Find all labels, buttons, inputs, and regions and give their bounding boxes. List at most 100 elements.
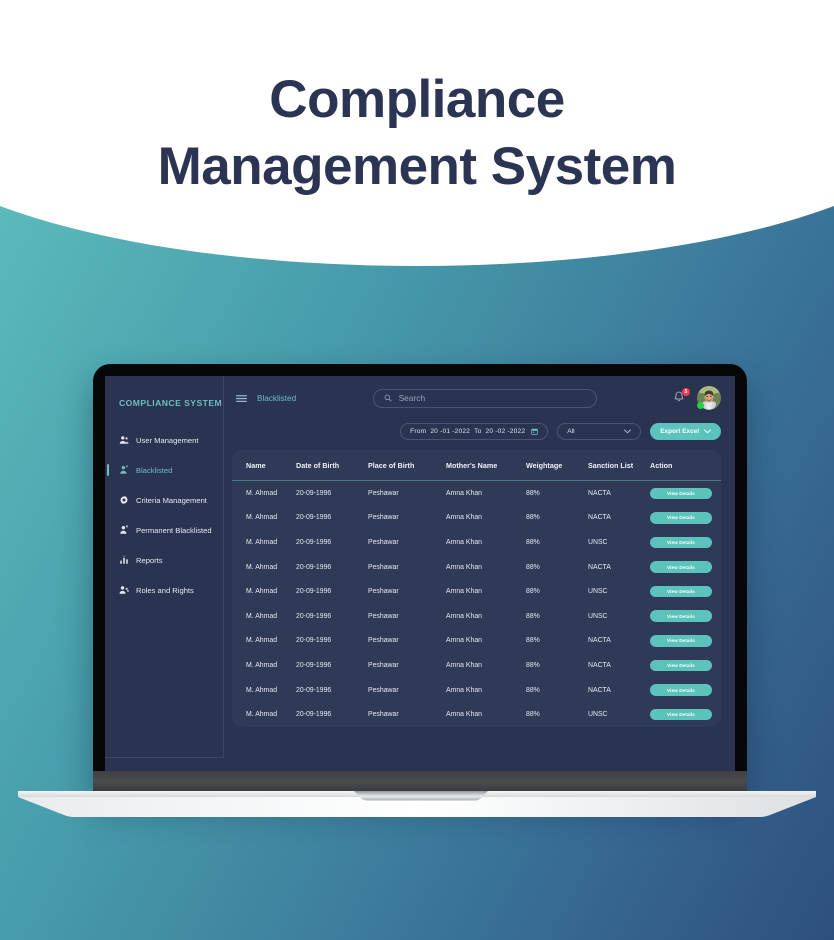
view-details-button[interactable]: View Details xyxy=(650,561,712,573)
laptop-mockup: COMPLIANCE SYSTEM User Management Blackl… xyxy=(0,0,834,940)
cell-mother-name: Amna Khan xyxy=(446,489,483,497)
user-block-icon xyxy=(120,465,128,474)
cell-dob: 20-09-1996 xyxy=(296,612,332,620)
sidebar-item-label: Reports xyxy=(136,555,163,565)
chevron-down-icon xyxy=(704,428,711,433)
cell-action: View Details xyxy=(650,530,721,555)
sidebar-item-roles-and-rights[interactable]: Roles and Rights xyxy=(105,580,223,600)
sidebar-item-label: User Management xyxy=(136,435,199,445)
app-brand: COMPLIANCE SYSTEM xyxy=(119,398,223,408)
cell-name: M. Ahmad xyxy=(246,489,278,497)
online-status-dot xyxy=(697,402,704,409)
filter-bar: From 20 -01 -2022 To 20 -02 -2022 All Ex… xyxy=(224,420,735,442)
cell-weightage: 88% xyxy=(526,661,540,669)
table-row: M. Ahmad 20-09-1996 Peshawar Amna Khan 88% NA… xyxy=(232,555,721,580)
sidebar-item-label: Blacklisted xyxy=(136,465,173,475)
cell-sanction-list: NACTA xyxy=(588,563,611,571)
avatar[interactable] xyxy=(697,386,721,410)
table-row: M. Ahmad 20-09-1996 Peshawar Amna Khan 88% UN… xyxy=(232,604,721,629)
sidebar-item-blacklisted[interactable]: Blacklisted xyxy=(105,460,223,480)
table-row: M. Ahmad 20-09-1996 Peshawar Amna Khan 88% NA… xyxy=(232,506,721,531)
cell-weightage: 88% xyxy=(526,612,540,620)
sidebar-item-label: Permanent Blacklisted xyxy=(136,525,212,535)
cell-action: View Details xyxy=(650,629,721,654)
sidebar-item-reports[interactable]: Reports xyxy=(105,550,223,570)
cell-sanction-list: UNSC xyxy=(588,588,608,596)
topbar: Blacklisted Search 5 xyxy=(224,376,735,420)
date-to-value: 20 -02 -2022 xyxy=(485,427,526,435)
cell-mother-name: Amna Khan xyxy=(446,686,483,694)
date-to-label: To xyxy=(474,427,482,435)
cell-action: View Details xyxy=(650,506,721,531)
date-from-value: 20 -01 -2022 xyxy=(430,427,471,435)
cell-dob: 20-09-1996 xyxy=(296,538,332,546)
cell-weightage: 88% xyxy=(526,514,540,522)
breadcrumb: Blacklisted xyxy=(257,393,297,403)
notifications-button[interactable]: 5 xyxy=(673,388,690,405)
cell-dob: 20-09-1996 xyxy=(296,661,332,669)
sanction-list-select[interactable]: All xyxy=(557,422,642,440)
cell-dob: 20-09-1996 xyxy=(296,563,332,571)
view-details-button[interactable]: View Details xyxy=(650,684,712,696)
cell-action: View Details xyxy=(650,579,721,604)
table-row: M. Ahmad 20-09-1996 Peshawar Amna Khan 88% NA… xyxy=(232,678,721,703)
cell-dob: 20-09-1996 xyxy=(296,514,332,522)
column-header-pob: Place of Birth xyxy=(368,450,446,481)
table-header-row: Name Date of Birth Place of Birth Mother… xyxy=(232,450,721,481)
search-box[interactable] xyxy=(372,388,597,408)
calendar-icon xyxy=(531,428,538,435)
cell-name: M. Ahmad xyxy=(246,563,278,571)
view-details-button[interactable]: View Details xyxy=(650,708,712,721)
cell-sanction-list: UNSC xyxy=(588,612,608,620)
cell-pob: Peshawar xyxy=(368,637,399,645)
notification-badge: 5 xyxy=(682,388,690,396)
search-area xyxy=(306,388,663,408)
cell-pob: Peshawar xyxy=(368,514,399,522)
sidebar-item-permanent-blacklisted[interactable]: Permanent Blacklisted xyxy=(105,520,223,540)
view-details-button[interactable]: View Details xyxy=(650,585,712,598)
export-excel-button[interactable]: Export Excel xyxy=(650,422,721,440)
table-row: M. Ahmad 20-09-1996 Peshawar Amna Khan 88% NA… xyxy=(232,653,721,678)
date-range-filter[interactable]: From 20 -01 -2022 To 20 -02 -2022 xyxy=(400,422,549,440)
user-block-icon xyxy=(120,525,128,534)
cell-weightage: 88% xyxy=(526,686,540,694)
cell-sanction-list: NACTA xyxy=(588,686,611,694)
gear-icon xyxy=(120,495,128,505)
table-row: M. Ahmad 20-09-1996 Peshawar Amna Khan 88% UN… xyxy=(232,702,721,727)
table-row: M. Ahmad 20-09-1996 Peshawar Amna Khan 88% UN… xyxy=(232,530,721,555)
view-details-button[interactable]: View Details xyxy=(650,610,712,623)
view-details-button[interactable]: View Details xyxy=(650,536,712,549)
cell-action: View Details xyxy=(650,555,721,580)
view-details-button[interactable]: View Details xyxy=(650,487,712,500)
export-excel-label: Export Excel xyxy=(660,427,699,435)
table-row: M. Ahmad 20-09-1996 Peshawar Amna Khan 88% NA… xyxy=(232,481,721,506)
cell-dob: 20-09-1996 xyxy=(296,489,332,497)
hamburger-icon[interactable] xyxy=(236,394,247,403)
sidebar-item-label: Roles and Rights xyxy=(136,585,194,595)
cell-action: View Details xyxy=(650,702,721,727)
cell-sanction-list: NACTA xyxy=(588,661,611,669)
column-header-mother-name: Mother's Name xyxy=(446,450,526,481)
sidebar-item-criteria-management[interactable]: Criteria Management xyxy=(105,490,223,510)
cell-name: M. Ahmad xyxy=(246,612,278,620)
cell-weightage: 88% xyxy=(526,538,540,546)
column-header-weightage: Weightage xyxy=(526,450,588,481)
cell-pob: Peshawar xyxy=(368,686,399,694)
search-input[interactable] xyxy=(398,393,586,403)
cell-pob: Peshawar xyxy=(368,612,399,620)
cell-name: M. Ahmad xyxy=(246,686,278,694)
view-details-button[interactable]: View Details xyxy=(650,659,712,672)
cell-dob: 20-09-1996 xyxy=(296,686,332,694)
search-icon xyxy=(384,394,392,402)
cell-action: View Details xyxy=(650,678,721,703)
cell-name: M. Ahmad xyxy=(246,588,278,596)
view-details-button[interactable]: View Details xyxy=(650,512,712,524)
cell-dob: 20-09-1996 xyxy=(296,637,332,645)
cell-name: M. Ahmad xyxy=(246,711,278,719)
view-details-button[interactable]: View Details xyxy=(650,635,712,647)
column-header-dob: Date of Birth xyxy=(296,450,368,481)
cell-mother-name: Amna Khan xyxy=(446,711,483,719)
cell-weightage: 88% xyxy=(526,588,540,596)
sidebar-item-user-management[interactable]: User Management xyxy=(105,430,223,450)
cell-pob: Peshawar xyxy=(368,489,399,497)
